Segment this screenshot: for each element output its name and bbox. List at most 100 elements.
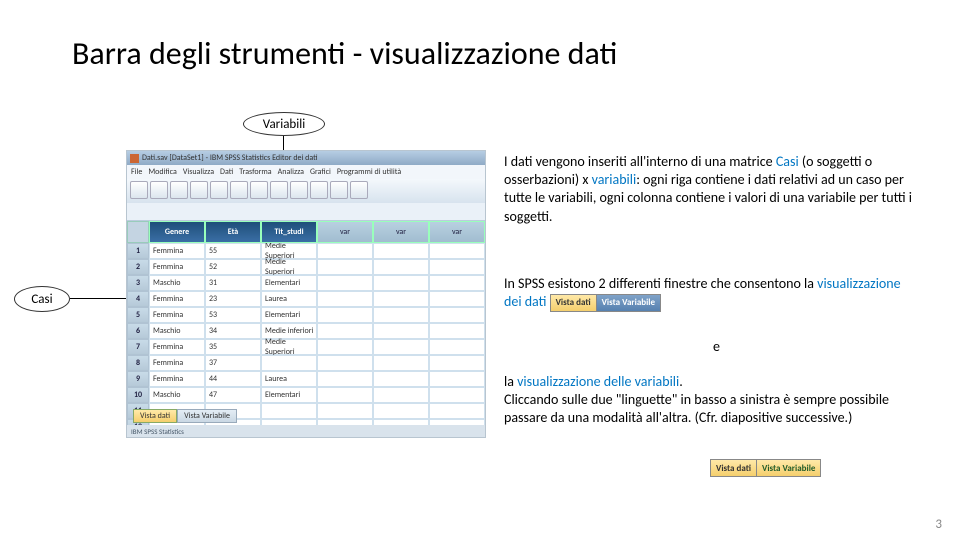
- toolbar-button[interactable]: [210, 181, 228, 199]
- cell[interactable]: Femmina: [149, 339, 205, 355]
- cell[interactable]: [373, 403, 429, 419]
- menu-item[interactable]: Grafici: [310, 167, 331, 177]
- col-empty[interactable]: var: [429, 221, 485, 243]
- row-number[interactable]: 10: [127, 387, 149, 403]
- cell[interactable]: [429, 403, 485, 419]
- menu-item[interactable]: Trasforma: [239, 167, 271, 177]
- cell[interactable]: [373, 259, 429, 275]
- cell[interactable]: [373, 243, 429, 259]
- toolbar-button[interactable]: [230, 181, 248, 199]
- toolbar-button[interactable]: [310, 181, 328, 199]
- cell[interactable]: [429, 243, 485, 259]
- cell[interactable]: Elementari: [261, 275, 317, 291]
- menu-item[interactable]: File: [131, 167, 142, 177]
- cell[interactable]: [317, 291, 373, 307]
- cell[interactable]: [317, 403, 373, 419]
- toolbar-button[interactable]: [150, 181, 168, 199]
- toolbar-button[interactable]: [190, 181, 208, 199]
- cell[interactable]: [317, 387, 373, 403]
- toolbar-button[interactable]: [130, 181, 148, 199]
- row-number[interactable]: 2: [127, 259, 149, 275]
- cell[interactable]: [429, 355, 485, 371]
- row-number[interactable]: 8: [127, 355, 149, 371]
- col-empty[interactable]: var: [317, 221, 373, 243]
- cell[interactable]: Maschio: [149, 323, 205, 339]
- row-number[interactable]: 3: [127, 275, 149, 291]
- toolbar-button[interactable]: [350, 181, 368, 199]
- cell[interactable]: 35: [205, 339, 261, 355]
- cell[interactable]: [373, 307, 429, 323]
- cell[interactable]: Femmina: [149, 243, 205, 259]
- cell[interactable]: 55: [205, 243, 261, 259]
- toolbar-button[interactable]: [250, 181, 268, 199]
- cell[interactable]: 52: [205, 259, 261, 275]
- cell[interactable]: Femmina: [149, 371, 205, 387]
- toolbar-button[interactable]: [170, 181, 188, 199]
- cell[interactable]: [317, 275, 373, 291]
- cell[interactable]: [317, 243, 373, 259]
- cell[interactable]: Medie Superiori: [261, 259, 317, 275]
- cell[interactable]: [317, 307, 373, 323]
- cell[interactable]: [373, 275, 429, 291]
- row-number[interactable]: 7: [127, 339, 149, 355]
- cell[interactable]: [429, 371, 485, 387]
- menu-item[interactable]: Dati: [220, 167, 233, 177]
- cell[interactable]: [373, 339, 429, 355]
- tab-vista-variabile[interactable]: Vista Variabile: [177, 409, 237, 423]
- tab-vista-dati[interactable]: Vista dati: [133, 409, 177, 423]
- cell[interactable]: 53: [205, 307, 261, 323]
- cell[interactable]: [373, 323, 429, 339]
- cell[interactable]: [429, 339, 485, 355]
- cell[interactable]: 37: [205, 355, 261, 371]
- cell[interactable]: [429, 275, 485, 291]
- cell[interactable]: [317, 371, 373, 387]
- toolbar-button[interactable]: [290, 181, 308, 199]
- cell[interactable]: [373, 387, 429, 403]
- toolbar-button[interactable]: [330, 181, 348, 199]
- cell[interactable]: Femmina: [149, 291, 205, 307]
- cell[interactable]: [317, 339, 373, 355]
- col-empty[interactable]: var: [373, 221, 429, 243]
- cell[interactable]: [373, 371, 429, 387]
- cell[interactable]: [317, 355, 373, 371]
- cell[interactable]: 31: [205, 275, 261, 291]
- cell[interactable]: Femmina: [149, 355, 205, 371]
- cell[interactable]: Laurea: [261, 291, 317, 307]
- cell[interactable]: [373, 355, 429, 371]
- cell[interactable]: Maschio: [149, 387, 205, 403]
- row-number[interactable]: 1: [127, 243, 149, 259]
- cell[interactable]: Medie Superiori: [261, 339, 317, 355]
- cell[interactable]: [317, 259, 373, 275]
- menu-item[interactable]: Analizza: [278, 167, 304, 177]
- cell[interactable]: [261, 355, 317, 371]
- cell[interactable]: [429, 387, 485, 403]
- cell[interactable]: 34: [205, 323, 261, 339]
- cell[interactable]: [373, 291, 429, 307]
- row-number[interactable]: 5: [127, 307, 149, 323]
- cell[interactable]: [261, 403, 317, 419]
- toolbar-button[interactable]: [270, 181, 288, 199]
- row-number[interactable]: 9: [127, 371, 149, 387]
- row-number[interactable]: 6: [127, 323, 149, 339]
- cell[interactable]: [429, 291, 485, 307]
- cell[interactable]: 23: [205, 291, 261, 307]
- menu-item[interactable]: Visualizza: [183, 167, 214, 177]
- cell[interactable]: Femmina: [149, 259, 205, 275]
- menu-item[interactable]: Modifica: [148, 167, 176, 177]
- cell[interactable]: Maschio: [149, 275, 205, 291]
- cell[interactable]: Elementari: [261, 387, 317, 403]
- cell[interactable]: [429, 323, 485, 339]
- cell[interactable]: [429, 307, 485, 323]
- col-titstudi[interactable]: Tit_studi: [261, 221, 317, 243]
- cell[interactable]: [317, 323, 373, 339]
- col-genere[interactable]: Genere: [149, 221, 205, 243]
- cell[interactable]: Elementari: [261, 307, 317, 323]
- cell[interactable]: 44: [205, 371, 261, 387]
- cell[interactable]: 47: [205, 387, 261, 403]
- menu-item[interactable]: Programmi di utilità: [337, 167, 401, 177]
- col-eta[interactable]: Età: [205, 221, 261, 243]
- cell[interactable]: Femmina: [149, 307, 205, 323]
- row-number[interactable]: 4: [127, 291, 149, 307]
- cell[interactable]: Laurea: [261, 371, 317, 387]
- cell[interactable]: [429, 259, 485, 275]
